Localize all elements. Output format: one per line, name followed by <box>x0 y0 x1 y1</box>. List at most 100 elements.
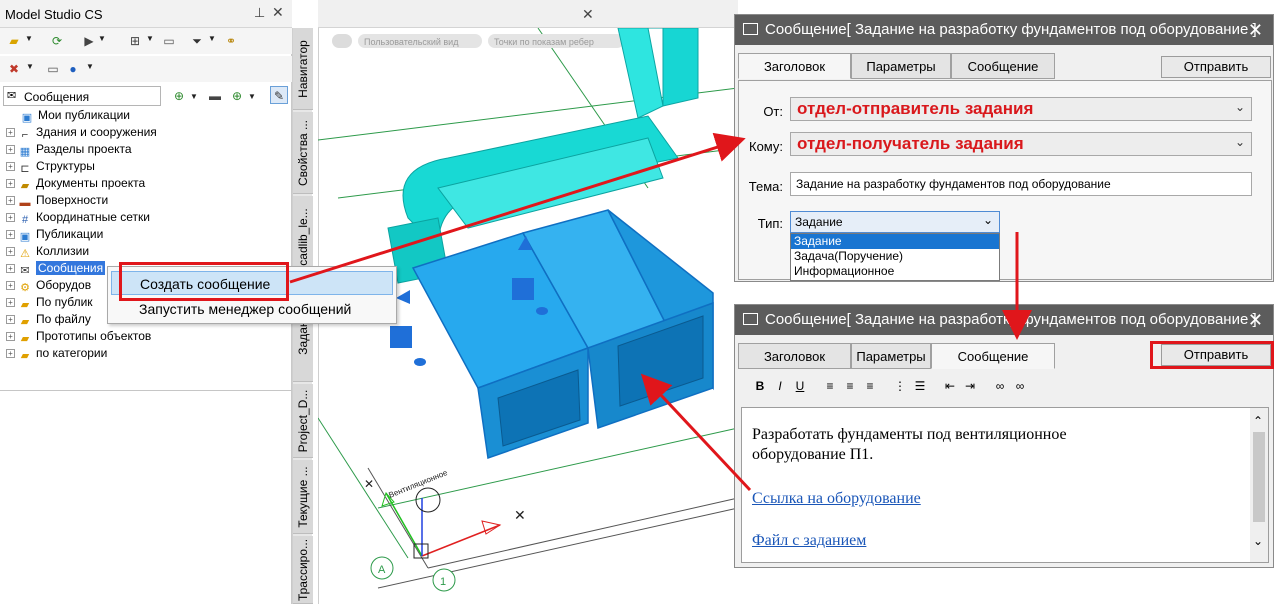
tab-parameters[interactable]: Параметры <box>851 53 951 79</box>
tree-item[interactable]: + ⚙ Оборудов <box>6 278 91 295</box>
format-toolbar: B I U ≡ ≡ ≡ ⋮ ☰ ⇤ ⇥ ∞ ∞ <box>751 377 1051 395</box>
numbered-list-icon[interactable]: ⋮ <box>891 377 909 395</box>
tree-item[interactable]: + ⌐ Здания и сооружения <box>6 125 157 142</box>
scroll-thumb[interactable] <box>1253 432 1265 522</box>
tree-item[interactable]: + ▦ Разделы проекта <box>6 142 132 159</box>
align-center-icon[interactable]: ≡ <box>841 377 859 395</box>
panel-title: Model Studio CS <box>5 7 103 22</box>
envelope-icon <box>743 313 758 325</box>
dialog-close-icon[interactable]: ✕ <box>1248 305 1263 335</box>
tab-navigator[interactable]: Навигатор <box>293 28 313 110</box>
tab-header[interactable]: Заголовок <box>738 53 851 79</box>
viewport-close-icon[interactable]: ✕ <box>582 6 594 23</box>
italic-button[interactable]: I <box>771 377 789 395</box>
subject-input[interactable]: Задание на разработку фундаментов под об… <box>790 172 1252 196</box>
type-option[interactable]: Задача(Поручение) <box>791 249 999 264</box>
bold-button[interactable]: B <box>751 377 769 395</box>
folder-dark-icon[interactable]: ▬ <box>206 87 224 105</box>
filter-input[interactable]: ✉ Сообщения <box>3 86 161 106</box>
view-pill-2[interactable]: Точки по показам ребер <box>494 37 594 47</box>
tree-item-selected[interactable]: + ✉ Сообщения <box>6 261 106 278</box>
panel-divider <box>0 390 292 391</box>
window-icon[interactable]: ▭ <box>44 60 62 78</box>
dialog-close-icon[interactable]: ✕ <box>1248 15 1263 45</box>
tab-header[interactable]: Заголовок <box>738 343 851 369</box>
scroll-up-icon[interactable]: ⌃ <box>1253 414 1263 428</box>
play-icon[interactable]: ▶ <box>80 32 98 50</box>
bullet-list-icon[interactable]: ☰ <box>911 377 929 395</box>
svg-text:✕: ✕ <box>364 477 374 491</box>
filter-input-value: Сообщения <box>24 90 90 104</box>
tab-parameters[interactable]: Параметры <box>851 343 931 369</box>
align-left-icon[interactable]: ≡ <box>821 377 839 395</box>
send-button[interactable]: Отправить <box>1161 56 1271 78</box>
svg-text:✕: ✕ <box>514 507 526 523</box>
subject-label: Тема: <box>748 179 783 194</box>
message-editor[interactable]: Разработать фундаменты под вентиляционно… <box>741 407 1269 563</box>
publication-icon: ▣ <box>21 112 33 124</box>
view-pill-1[interactable]: Пользовательский вид <box>364 37 459 47</box>
tree-item[interactable]: + ▰ Документы проекта <box>6 176 145 193</box>
task-file-link[interactable]: Файл с заданием <box>752 532 866 550</box>
align-right-icon[interactable]: ≡ <box>861 377 879 395</box>
type-label: Тип: <box>757 216 783 231</box>
from-select[interactable]: отдел-отправитель задания ⌄ <box>790 97 1252 121</box>
equipment-link[interactable]: Ссылка на оборудование <box>752 490 921 508</box>
tab-current[interactable]: Текущие ... <box>293 460 313 534</box>
grid-icon: # <box>21 214 29 226</box>
add-green-icon[interactable]: ⊕ <box>170 87 188 105</box>
type-select[interactable]: Задание ⌄ <box>790 211 1000 233</box>
add-green-2-icon[interactable]: ⊕ <box>228 87 246 105</box>
hierarchy-icon[interactable]: ⊞ <box>126 32 144 50</box>
unlink-icon[interactable]: ∞ <box>1011 377 1029 395</box>
type-option[interactable]: Задание <box>791 234 999 249</box>
building-icon: ⌐ <box>21 129 29 141</box>
tab-routing[interactable]: Трассиро... <box>293 536 313 604</box>
underline-button[interactable]: U <box>791 377 809 395</box>
to-select[interactable]: отдел-получатель задания ⌄ <box>790 132 1252 156</box>
list-icon[interactable]: ▭ <box>160 32 178 50</box>
tab-message[interactable]: Сообщение <box>951 53 1055 79</box>
pin-icon[interactable]: ⊥ <box>254 5 265 21</box>
highlight-frame <box>119 262 289 301</box>
type-option[interactable]: Информационное <box>791 264 999 279</box>
tree-item[interactable]: + ▬ Поверхности <box>6 193 108 210</box>
pin-toggle-icon[interactable]: ✎ <box>270 86 288 104</box>
refresh-icon[interactable]: ⟳ <box>48 32 66 50</box>
warning-icon: ⚠ <box>20 248 30 260</box>
viewport-tab-bar: ✕ <box>318 0 738 28</box>
tree-item[interactable]: + ▰ по категории <box>6 346 107 363</box>
body-line-2: оборудование П1. <box>752 446 874 463</box>
tree-item[interactable]: + ▣ Публикации <box>6 227 103 244</box>
tab-project[interactable]: Project_D... <box>293 384 313 458</box>
tree-item[interactable]: + ▰ По файлу <box>6 312 91 329</box>
sections-icon: ▦ <box>19 146 31 158</box>
settings-tool-icon[interactable]: ✖ <box>5 60 23 78</box>
filter-icon[interactable]: ⏷ <box>188 32 206 50</box>
tree-item[interactable]: ▣ Мои публикации <box>20 108 130 125</box>
scroll-down-icon[interactable]: ⌄ <box>1253 534 1263 548</box>
indent-icon[interactable]: ⇥ <box>961 377 979 395</box>
outdent-icon[interactable]: ⇤ <box>941 377 959 395</box>
binoculars-icon[interactable]: ⚭ <box>222 32 240 50</box>
type-select-value: Задание <box>795 215 843 229</box>
folder-icon: ▰ <box>20 350 30 362</box>
editor-scrollbar[interactable]: ⌃ ⌄ <box>1250 408 1268 562</box>
tab-message[interactable]: Сообщение <box>931 343 1055 369</box>
tab-properties[interactable]: Свойства ... <box>293 112 313 194</box>
from-value: отдел-отправитель задания <box>797 99 1034 118</box>
tree-item[interactable]: + ⚠ Коллизии <box>6 244 89 261</box>
tree-item[interactable]: + # Координатные сетки <box>6 210 150 227</box>
tree-item[interactable]: + ▰ По публик <box>6 295 93 312</box>
close-icon[interactable]: ✕ <box>272 4 284 21</box>
tree-item[interactable]: + ⊏ Структуры <box>6 159 95 176</box>
ucs-label: Вентиляционное <box>387 468 449 500</box>
link-icon[interactable]: ∞ <box>991 377 1009 395</box>
from-label: От: <box>763 104 783 119</box>
open-folder-icon[interactable]: ▰ <box>5 32 23 50</box>
check-circle-icon[interactable]: ● <box>64 60 82 78</box>
structure-icon: ⊏ <box>20 163 30 175</box>
folder-icon: ▰ <box>20 316 30 328</box>
tree-item[interactable]: + ▰ Прототипы объектов <box>6 329 151 346</box>
dialog-title: Сообщение[ Задание на разработку фундаме… <box>765 21 1257 38</box>
